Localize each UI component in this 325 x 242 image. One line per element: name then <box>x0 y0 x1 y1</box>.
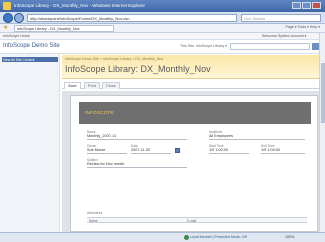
page-title: InfoScope Library: DX_Monthly_Nov <box>65 64 211 74</box>
site-title[interactable]: InfoScope Demo Site <box>3 43 60 49</box>
site-search-input[interactable] <box>230 43 310 50</box>
subject-field-underline <box>87 162 187 168</box>
attendees-label: Attendees <box>87 211 103 215</box>
save-button[interactable]: Save <box>64 82 81 89</box>
quicklaunch-item-all-content[interactable]: View All Site Content <box>2 57 58 62</box>
library-banner: InfoScope Demo Site > InfoScope Library … <box>62 55 325 79</box>
close-window-button[interactable] <box>312 2 321 9</box>
address-bar-row: http://sharepoint/InfoScope/Forms/DX_Mon… <box>0 12 325 24</box>
favorites-bar: ★ InfoScope Library - DX_Monthly_Nov Pag… <box>0 24 325 33</box>
sharepoint-header: InfoScope Demo Site This Site: InfoScope… <box>0 40 325 54</box>
ie-icon <box>3 2 11 10</box>
search-scope[interactable]: This Site: InfoScope Library ▾ <box>180 44 227 48</box>
column-header-email: E-mail <box>187 219 197 223</box>
command-bar[interactable]: Page ▾ Tools ▾ Help ▾ <box>170 25 320 32</box>
security-zone: Local intranet | Protected Mode: Off <box>190 235 247 239</box>
close-button[interactable]: Close <box>102 82 120 89</box>
form-header-title: INFOSCOPE <box>85 110 115 115</box>
date-field-underline <box>131 148 171 154</box>
main-area: InfoScope Demo Site > InfoScope Library … <box>62 55 325 232</box>
scrollbar-thumb[interactable] <box>321 63 325 123</box>
minimize-button[interactable] <box>292 2 301 9</box>
page-content: InfoScope Home Welcome System Account ▾ … <box>0 33 325 232</box>
name-field-underline <box>87 134 187 140</box>
window-title: InfoScope Library - DX_Monthly_Nov - Win… <box>14 3 146 8</box>
end-time-underline <box>261 148 305 154</box>
form-toolbar: Save Print Close <box>62 81 325 89</box>
column-header-name: Name <box>89 219 98 223</box>
breadcrumb[interactable]: InfoScope Demo Site > InfoScope Library … <box>65 57 163 61</box>
zoom-level[interactable]: 100% <box>285 235 294 239</box>
print-button[interactable]: Print <box>84 82 100 89</box>
browser-tab[interactable]: InfoScope Library - DX_Monthly_Nov <box>14 25 114 32</box>
form-header: INFOSCOPE <box>79 102 311 124</box>
globe-icon <box>184 235 189 240</box>
forward-button[interactable] <box>14 13 24 23</box>
form-container: INFOSCOPE Name Monthly_2007-11 Audience … <box>62 91 325 232</box>
back-button[interactable] <box>3 13 13 23</box>
url-field[interactable]: http://sharepoint/InfoScope/Forms/DX_Mon… <box>27 14 237 22</box>
infopath-form: INFOSCOPE Name Monthly_2007-11 Audience … <box>70 95 318 232</box>
sharepoint-topbar: InfoScope Home Welcome System Account ▾ <box>0 33 325 40</box>
browser-search-input[interactable]: Live Search <box>241 14 321 22</box>
maximize-button[interactable] <box>302 2 311 9</box>
window-titlebar: InfoScope Library - DX_Monthly_Nov - Win… <box>0 0 325 12</box>
favorites-star-icon[interactable]: ★ <box>3 25 8 32</box>
quick-launch: View All Site Content <box>0 54 60 232</box>
start-time-underline <box>209 148 249 154</box>
welcome-menu[interactable]: Welcome System Account ▾ <box>262 34 306 38</box>
topbar-site-link[interactable]: InfoScope Home <box>3 34 30 38</box>
attendees-table-header: Name E-mail <box>87 217 307 223</box>
page-scrollbar[interactable] <box>319 33 325 232</box>
owner-field-underline <box>87 148 127 154</box>
audience-field-underline <box>209 134 305 140</box>
status-bar: Local intranet | Protected Mode: Off 100… <box>0 232 325 242</box>
calendar-icon[interactable] <box>175 148 180 153</box>
